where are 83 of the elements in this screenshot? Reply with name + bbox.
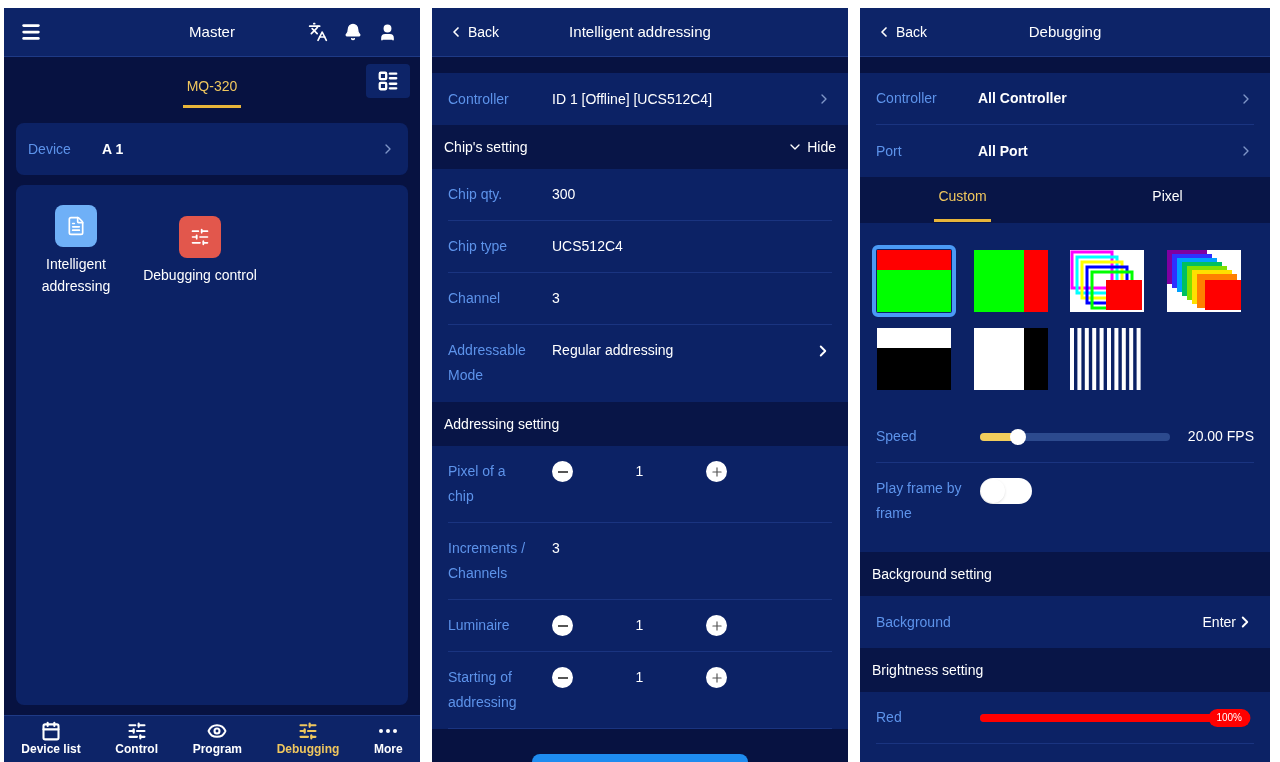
nav-item[interactable]: More bbox=[374, 721, 403, 757]
stepper-value: 1 bbox=[634, 668, 645, 687]
screen-title: Intelligent addressing bbox=[569, 21, 711, 42]
nav-item[interactable]: Program bbox=[192, 721, 243, 757]
translate-icon[interactable] bbox=[308, 22, 328, 42]
minus-icon bbox=[557, 624, 568, 627]
toggle-switch[interactable] bbox=[980, 478, 1032, 504]
selector-row[interactable]: Port All Port bbox=[876, 125, 1254, 177]
calendar-icon bbox=[41, 721, 61, 741]
plus-button[interactable] bbox=[706, 615, 727, 636]
back-button[interactable]: Back bbox=[876, 21, 928, 43]
field-value: 3 bbox=[552, 539, 560, 558]
background-row[interactable]: Background Enter bbox=[860, 596, 1270, 648]
layout-toggle-button[interactable] bbox=[366, 64, 410, 98]
mode-tab[interactable]: Pixel bbox=[1065, 177, 1270, 223]
minus-icon bbox=[557, 676, 568, 679]
field-value: 3 bbox=[552, 289, 560, 308]
speed-reading: 20.00 FPS bbox=[1187, 427, 1254, 446]
field-label: Starting of addressing bbox=[448, 668, 518, 712]
field-label: Chip type bbox=[448, 237, 508, 256]
sliders-icon bbox=[298, 721, 318, 741]
field-label: Device bbox=[28, 139, 72, 159]
section-title: Background setting bbox=[872, 564, 992, 584]
plus-button[interactable] bbox=[706, 667, 727, 688]
plus-icon bbox=[709, 670, 724, 685]
field-label: Chip qty. bbox=[448, 185, 503, 204]
bell-icon[interactable] bbox=[344, 23, 362, 41]
section-title: Chip's setting bbox=[444, 137, 528, 157]
screen-title: Debugging bbox=[1028, 21, 1102, 42]
field-label: Port bbox=[876, 141, 903, 161]
slider-thumb[interactable] bbox=[1010, 428, 1026, 445]
device-card[interactable]: Device A 1 bbox=[16, 123, 408, 175]
field-value: Enter bbox=[1202, 612, 1236, 632]
field-label: Increments / Channels bbox=[448, 539, 527, 583]
field-value: All Port bbox=[978, 141, 1029, 161]
nav-item[interactable]: Device list bbox=[21, 721, 81, 757]
app-shortcut[interactable]: Debugging control bbox=[140, 208, 260, 286]
field-value: All Controller bbox=[978, 89, 1068, 108]
stepper-value: 1 bbox=[634, 462, 645, 481]
section-title: Brightness setting bbox=[872, 660, 984, 680]
minus-button[interactable] bbox=[552, 461, 573, 482]
menu-icon[interactable] bbox=[20, 21, 42, 43]
field-value: A 1 bbox=[102, 139, 125, 159]
user-icon[interactable] bbox=[378, 22, 397, 42]
field-label: Luminaire bbox=[448, 616, 510, 635]
field-value: ID 1 [Offline] [UCS512C4] bbox=[552, 89, 714, 109]
selector-row[interactable]: Controller All Controller bbox=[876, 73, 1254, 125]
document-icon bbox=[55, 205, 97, 247]
nav-item[interactable]: Control bbox=[115, 721, 158, 757]
device-tab[interactable]: MQ-320 bbox=[182, 68, 242, 108]
eye-icon bbox=[207, 721, 228, 741]
hide-toggle[interactable]: Hide bbox=[787, 136, 836, 158]
list-view-icon bbox=[377, 70, 399, 92]
more-icon bbox=[379, 729, 398, 733]
level-badge: 100% bbox=[1208, 708, 1250, 727]
field-label: Controller bbox=[448, 89, 510, 109]
field-label: Red bbox=[876, 708, 902, 727]
plus-icon bbox=[709, 618, 724, 633]
field-label: Pixel of a chip bbox=[448, 462, 507, 506]
plus-icon bbox=[709, 464, 724, 479]
field-label: Play frame by frame bbox=[876, 479, 963, 523]
field-value[interactable]: Regular addressing bbox=[552, 338, 814, 363]
controller-row[interactable]: Controller ID 1 [Offline] [UCS512C4] bbox=[432, 73, 848, 125]
back-button[interactable]: Back bbox=[448, 21, 500, 43]
sliders-icon bbox=[126, 721, 147, 741]
field-label: Background bbox=[876, 612, 952, 632]
field-value: UCS512C4 bbox=[552, 237, 623, 256]
field-label: Speed bbox=[876, 427, 917, 446]
sliders-icon bbox=[179, 216, 221, 258]
section-title: Addressing setting bbox=[444, 414, 560, 434]
stepper-value: 1 bbox=[634, 616, 645, 635]
plus-button[interactable] bbox=[706, 461, 727, 482]
minus-button[interactable] bbox=[552, 667, 573, 688]
screen-title: Master bbox=[189, 21, 235, 42]
field-label: Controller bbox=[876, 89, 938, 108]
minus-icon bbox=[557, 470, 568, 473]
field-value: 300 bbox=[552, 185, 576, 204]
field-label: Addressable Mode bbox=[448, 341, 527, 385]
brightness-slider[interactable]: 100% bbox=[980, 707, 1250, 728]
minus-button[interactable] bbox=[552, 615, 573, 636]
nav-item[interactable]: Debugging bbox=[276, 721, 340, 757]
app-shortcut[interactable]: Intelligent addressing bbox=[36, 197, 116, 297]
field-label: Channel bbox=[448, 289, 501, 308]
